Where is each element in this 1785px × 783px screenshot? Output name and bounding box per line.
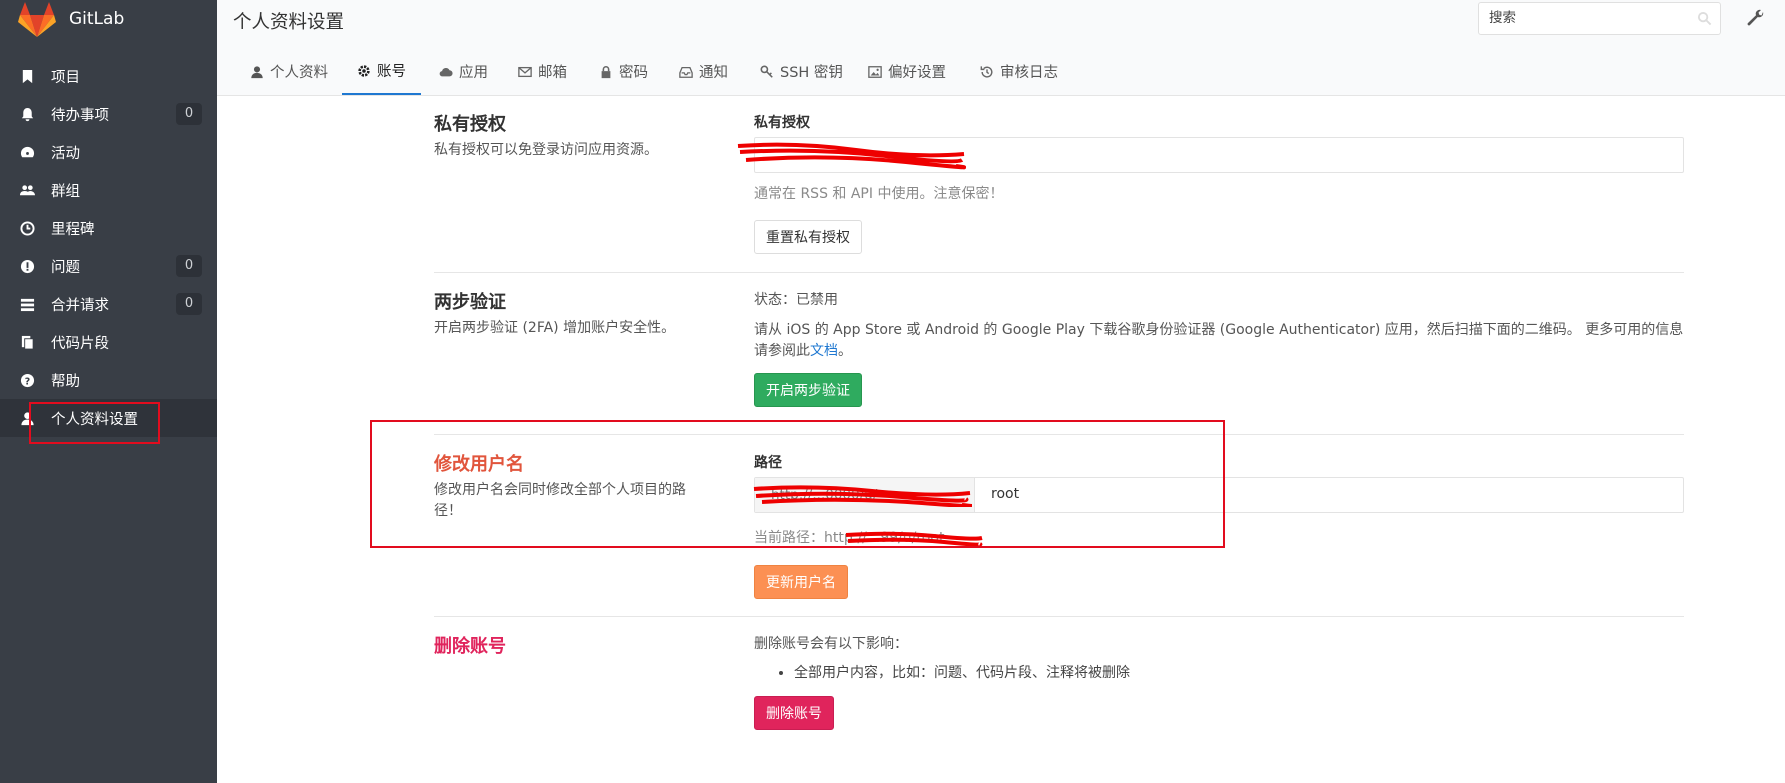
doc-link[interactable]: 文档 bbox=[810, 343, 838, 359]
enable-two-factor-button[interactable]: 开启两步验证 bbox=[754, 373, 862, 407]
cloud-icon bbox=[439, 67, 453, 76]
brand-name[interactable]: GitLab bbox=[69, 9, 124, 29]
merge-requests-count-badge: 0 bbox=[176, 293, 202, 315]
delete-account-button[interactable]: 删除账号 bbox=[754, 696, 834, 730]
users-icon bbox=[19, 182, 35, 198]
search-icon[interactable] bbox=[1697, 11, 1712, 26]
gear-icon bbox=[358, 64, 370, 77]
sidebar-item-snippets[interactable]: 代码片段 bbox=[0, 323, 217, 361]
consequences-list: 全部用户内容，比如：问题、代码片段、注释将被删除 bbox=[754, 662, 1130, 682]
clock-icon bbox=[19, 220, 35, 236]
tab-ssh-keys[interactable]: SSH 密钥 bbox=[760, 48, 843, 95]
sidebar-item-milestones[interactable]: 里程碑 bbox=[0, 209, 217, 247]
image-icon bbox=[868, 65, 882, 78]
sidebar-item-label: 待办事项 bbox=[51, 107, 109, 124]
sidebar-item-label: 问题 bbox=[51, 259, 80, 276]
wrench-icon[interactable] bbox=[1746, 8, 1766, 28]
exclamation-circle-icon bbox=[19, 258, 35, 274]
sidebar-item-label: 里程碑 bbox=[51, 221, 95, 238]
reset-private-token-button[interactable]: 重置私有授权 bbox=[754, 220, 862, 254]
sidebar-item-label: 帮助 bbox=[51, 373, 80, 390]
question-circle-icon: ? bbox=[19, 372, 35, 388]
tab-password[interactable]: 密码 bbox=[599, 48, 648, 95]
tab-label: 账号 bbox=[377, 64, 406, 80]
divider bbox=[434, 272, 1684, 273]
delete-account-section: 删除账号 删除账号会有以下影响： 全部用户内容，比如：问题、代码片段、注释将被删… bbox=[434, 632, 1684, 742]
section-title: 两步验证 bbox=[434, 292, 506, 313]
two-factor-section: 两步验证 开启两步验证 (2FA) 增加账户安全性。 状态：已禁用 请从 iOS… bbox=[434, 288, 1684, 418]
page-header: 个人资料设置 个人资料 账号 应用 邮箱 密码 通知 bbox=[217, 0, 1785, 96]
history-icon bbox=[980, 65, 993, 78]
private-token-section: 私有授权 私有授权可以免登录访问应用资源。 私有授权 通常在 RSS 和 API… bbox=[434, 110, 1684, 270]
tab-account[interactable]: 账号 bbox=[342, 48, 421, 95]
tab-label: 邮箱 bbox=[538, 65, 567, 81]
tab-profile[interactable]: 个人资料 bbox=[250, 48, 328, 95]
section-description: 开启两步验证 (2FA) 增加账户安全性。 bbox=[434, 320, 676, 336]
tab-applications[interactable]: 应用 bbox=[439, 48, 488, 95]
sidebar: GitLab 项目 待办事项 0 活动 群组 里程碑 问题 0 合并请求 0 代… bbox=[0, 0, 217, 783]
sidebar-item-label: 群组 bbox=[51, 183, 80, 200]
tab-notifications[interactable]: 通知 bbox=[679, 48, 728, 95]
clipboard-icon bbox=[19, 334, 35, 350]
tab-label: 审核日志 bbox=[1000, 65, 1058, 81]
tab-label: 偏好设置 bbox=[888, 65, 946, 81]
redaction-scribble bbox=[737, 142, 966, 170]
tab-label: 应用 bbox=[459, 65, 488, 81]
search-input[interactable] bbox=[1487, 9, 1691, 27]
dashboard-icon bbox=[19, 144, 35, 160]
sidebar-item-label: 活动 bbox=[51, 145, 80, 162]
page-title: 个人资料设置 bbox=[233, 12, 345, 33]
lock-icon bbox=[601, 65, 611, 78]
sidebar-item-label: 代码片段 bbox=[51, 335, 109, 352]
annotation-box-change-username bbox=[370, 420, 1225, 548]
instructions-end: 。 bbox=[838, 343, 852, 359]
two-factor-status: 状态：已禁用 bbox=[754, 292, 838, 308]
tab-emails[interactable]: 邮箱 bbox=[518, 48, 567, 95]
tab-label: 个人资料 bbox=[270, 65, 328, 81]
search-box[interactable] bbox=[1478, 2, 1721, 35]
update-username-button[interactable]: 更新用户名 bbox=[754, 565, 848, 599]
tasks-icon bbox=[19, 296, 35, 312]
tab-label: SSH 密钥 bbox=[780, 65, 843, 81]
sidebar-item-projects[interactable]: 项目 bbox=[0, 57, 217, 95]
sidebar-item-label: 合并请求 bbox=[51, 297, 109, 314]
sidebar-item-todos[interactable]: 待办事项 0 bbox=[0, 95, 217, 133]
field-help: 通常在 RSS 和 API 中使用。注意保密！ bbox=[754, 186, 1004, 202]
brand-row[interactable]: GitLab bbox=[0, 0, 217, 40]
key-icon bbox=[760, 65, 773, 78]
two-factor-instructions: 请从 iOS 的 App Store 或 Android 的 Google Pl… bbox=[754, 320, 1684, 362]
section-title: 删除账号 bbox=[434, 636, 506, 657]
sidebar-item-groups[interactable]: 群组 bbox=[0, 171, 217, 209]
bell-icon bbox=[19, 106, 35, 122]
svg-text:?: ? bbox=[24, 376, 29, 387]
todos-count-badge: 0 bbox=[176, 103, 202, 125]
bookmark-icon bbox=[19, 68, 35, 84]
section-title: 私有授权 bbox=[434, 114, 506, 135]
sidebar-item-label: 项目 bbox=[51, 69, 80, 86]
delete-consequences: 删除账号会有以下影响： bbox=[754, 636, 908, 652]
settings-tabs: 个人资料 账号 应用 邮箱 密码 通知 SSH 密钥 偏好设置 审核日志 bbox=[217, 48, 1785, 95]
tab-label: 通知 bbox=[699, 65, 728, 81]
tab-preferences[interactable]: 偏好设置 bbox=[868, 48, 946, 95]
sidebar-item-activity[interactable]: 活动 bbox=[0, 133, 217, 171]
sidebar-item-merge-requests[interactable]: 合并请求 0 bbox=[0, 285, 217, 323]
instructions-text: 请从 iOS 的 App Store 或 Android 的 Google Pl… bbox=[754, 322, 1684, 359]
tab-label: 密码 bbox=[619, 65, 648, 81]
sidebar-item-issues[interactable]: 问题 0 bbox=[0, 247, 217, 285]
divider bbox=[434, 616, 1684, 617]
field-label: 私有授权 bbox=[754, 115, 810, 131]
user-icon bbox=[251, 65, 263, 78]
issues-count-badge: 0 bbox=[176, 255, 202, 277]
sidebar-item-help[interactable]: ? 帮助 bbox=[0, 361, 217, 399]
annotation-box-sidebar bbox=[29, 402, 160, 444]
section-description: 私有授权可以免登录访问应用资源。 bbox=[434, 142, 658, 158]
gitlab-logo-icon[interactable] bbox=[18, 2, 56, 38]
list-item: 全部用户内容，比如：问题、代码片段、注释将被删除 bbox=[794, 662, 1130, 682]
envelope-icon bbox=[518, 66, 532, 77]
inbox-icon bbox=[679, 66, 693, 78]
tab-audit-log[interactable]: 审核日志 bbox=[980, 48, 1058, 95]
